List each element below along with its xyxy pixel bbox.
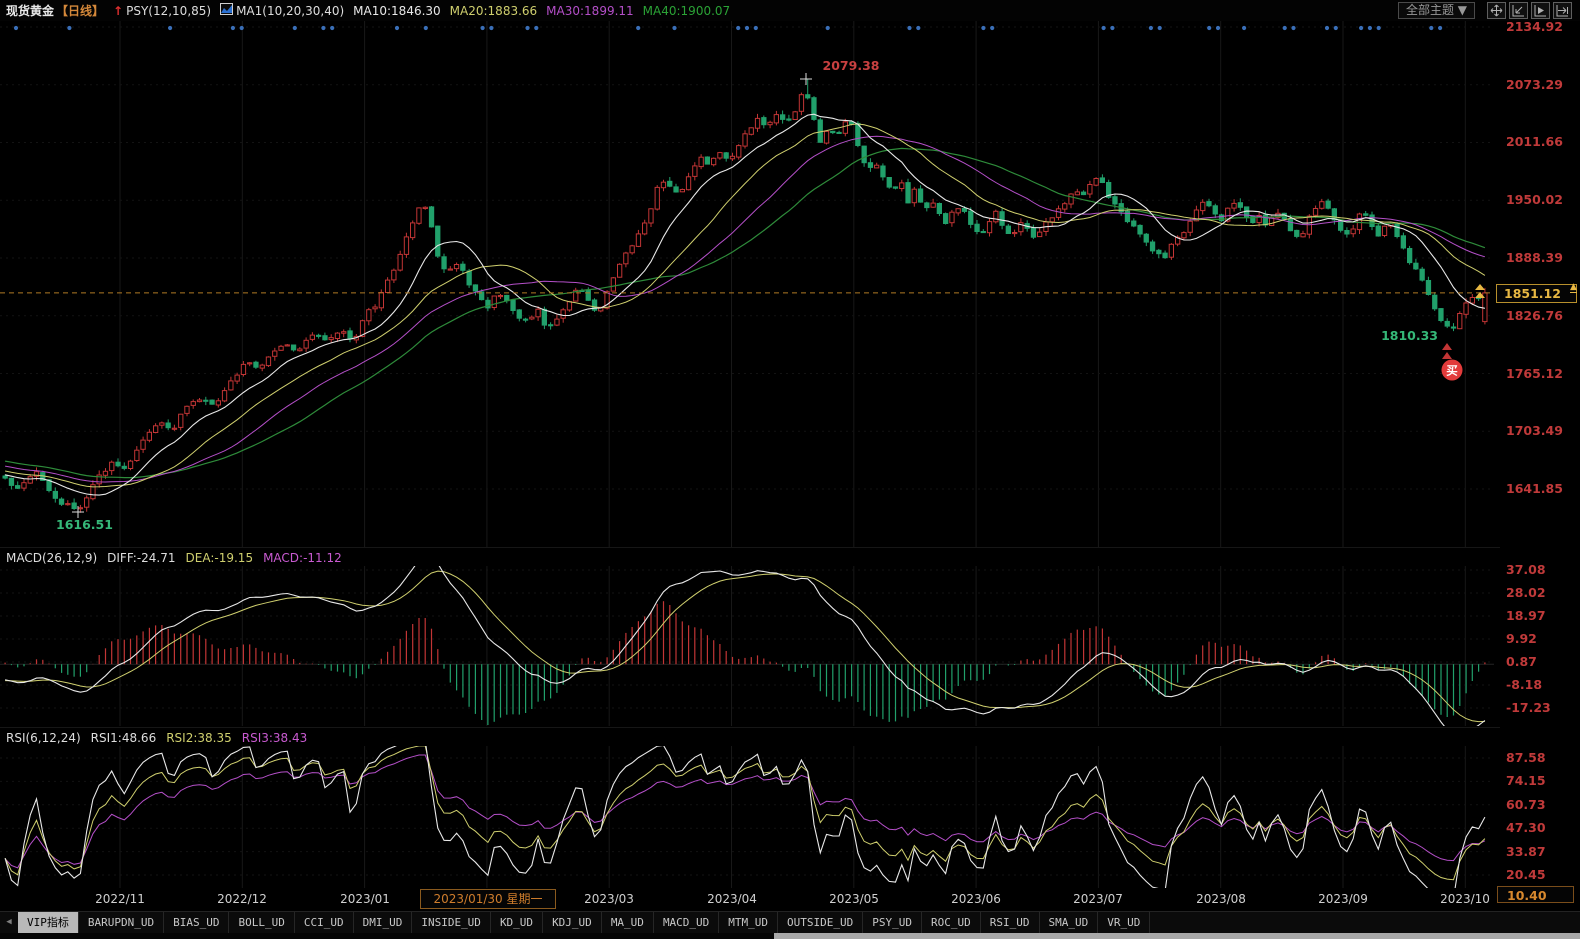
- rsi2-value: RSI2:38.35: [166, 731, 232, 745]
- horizontal-scrollbar[interactable]: [0, 933, 1580, 939]
- axis-tick-label: 1826.76: [1506, 308, 1563, 323]
- symbol-name: 现货黄金: [6, 4, 54, 18]
- indicator-tab-barupdn_ud[interactable]: BARUPDN_UD: [79, 912, 164, 933]
- svg-text:2079.38: 2079.38: [823, 58, 880, 73]
- axis-tick-label: 0.87: [1506, 654, 1537, 669]
- axis-tick-label: 2073.29: [1506, 77, 1563, 92]
- macd-dea-value: DEA:-19.15: [186, 551, 254, 565]
- x-axis-label: 2023/03: [554, 892, 664, 906]
- period-label: 【日线】: [56, 4, 104, 18]
- indicator-tab-inside_ud[interactable]: INSIDE_UD: [412, 912, 491, 933]
- indicator-tab-sma_ud[interactable]: SMA_UD: [1040, 912, 1099, 933]
- x-axis-label: 2023/01: [310, 892, 420, 906]
- ma10-value: MA10:1846.30: [353, 4, 441, 18]
- rsi-axis: 87.58 74.15 60.73 47.30 33.87 20.45: [1494, 746, 1580, 888]
- ma20-value: MA20:1883.66: [450, 4, 538, 18]
- x-axis-label: 2023/05: [799, 892, 909, 906]
- indicator-tab-kd_ud[interactable]: KD_UD: [491, 912, 543, 933]
- macd-diff-value: DIFF:-24.71: [107, 551, 175, 565]
- topbar-toolbar: 全部主题 ▼: [1398, 2, 1572, 19]
- crosshair-value-label: 10.40: [1497, 886, 1574, 903]
- axis-tick-label: 74.15: [1506, 773, 1546, 788]
- rsi-chart[interactable]: [0, 746, 1494, 888]
- step-last-icon[interactable]: [1553, 2, 1572, 19]
- axis-tick-label: 60.73: [1506, 797, 1546, 812]
- indicator-tab-bias_ud[interactable]: BIAS_UD: [164, 912, 229, 933]
- svg-text:买: 买: [1446, 364, 1458, 378]
- axis-tick-label: 87.58: [1506, 750, 1546, 765]
- axis-tick-label: 1703.49: [1506, 423, 1563, 438]
- indicator-tab-vr_ud[interactable]: VR_UD: [1098, 912, 1150, 933]
- macd-axis: 37.0828.0218.979.920.87-8.18-17.23: [1494, 566, 1580, 726]
- psy-up-arrow-icon: ↑: [113, 4, 123, 18]
- x-axis-label: 2023/07: [1043, 892, 1153, 906]
- x-axis-label: 2023/08: [1166, 892, 1276, 906]
- macd-name-label: MACD(26,12,9): [6, 551, 97, 565]
- axis-tick-label: 2011.66: [1506, 134, 1563, 149]
- indicator-tab-bar: ◀ VIP指标BARUPDN_UDBIAS_UDBOLL_UDCCI_UDDMI…: [0, 911, 1580, 933]
- x-axis-label: 2023/09: [1288, 892, 1398, 906]
- indicator-tab-cci_ud[interactable]: CCI_UD: [295, 912, 354, 933]
- indicator-tab-ma_ud[interactable]: MA_UD: [602, 912, 654, 933]
- indicator-tab-outside_ud[interactable]: OUTSIDE_UD: [778, 912, 863, 933]
- axis-tick-label: 9.92: [1506, 631, 1537, 646]
- axis-tick-label: 37.08: [1506, 562, 1546, 577]
- rsi-name-label: RSI(6,12,24): [6, 731, 81, 745]
- theme-dropdown-button[interactable]: 全部主题 ▼: [1398, 2, 1475, 19]
- rsi3-value: RSI3:38.43: [242, 731, 308, 745]
- x-axis-label: 2022/11: [65, 892, 175, 906]
- pan-tool-icon[interactable]: [1487, 2, 1506, 19]
- axis-tick-label: 2134.92: [1506, 19, 1563, 34]
- rsi1-value: RSI1:48.66: [91, 731, 157, 745]
- axis-tick-label: 1888.39: [1506, 250, 1563, 265]
- ma-group-label: MA1(10,20,30,40): [236, 4, 344, 18]
- axis-tick-label: 20.45: [1506, 867, 1546, 882]
- axis-tick-label: 33.87: [1506, 844, 1546, 859]
- rsi-header: RSI(6,12,24) RSI1:48.66 RSI2:38.35 RSI3:…: [0, 727, 1500, 747]
- current-price-tag: 1851.12: [1496, 284, 1577, 303]
- axis-tick-label: -17.23: [1506, 700, 1551, 715]
- svg-text:1810.33: 1810.33: [1381, 328, 1438, 343]
- macd-header: MACD(26,12,9) DIFF:-24.71 DEA:-19.15 MAC…: [0, 547, 1500, 567]
- play-forward-icon[interactable]: [1531, 2, 1550, 19]
- indicator-tab-dmi_ud[interactable]: DMI_UD: [354, 912, 413, 933]
- psy-indicator-label: PSY(12,10,85): [126, 4, 211, 18]
- zoom-extent-icon[interactable]: [1509, 2, 1528, 19]
- candlestick-chart[interactable]: 2079.38 1616.51 1810.33 买: [0, 21, 1494, 547]
- crosshair-date-label: 2023/01/30 星期一: [420, 889, 556, 909]
- indicator-tab-roc_ud[interactable]: ROC_UD: [922, 912, 981, 933]
- indicator-tab-psy_ud[interactable]: PSY_UD: [863, 912, 922, 933]
- indicator-tab-macd_ud[interactable]: MACD_UD: [654, 912, 719, 933]
- svg-text:1616.51: 1616.51: [56, 517, 113, 532]
- trading-terminal: 现货黄金【日线】 ↑ PSY(12,10,85) MA1(10,20,30,40…: [0, 0, 1580, 939]
- top-indicator-bar: 现货黄金【日线】 ↑ PSY(12,10,85) MA1(10,20,30,40…: [0, 0, 1580, 21]
- tab-scroll-left-icon[interactable]: ◀: [0, 912, 18, 933]
- axis-tick-label: -8.18: [1506, 677, 1542, 692]
- axis-tick-label: 18.97: [1506, 608, 1546, 623]
- time-axis: 2023/01/30 星期一 2022/11 2022/12 2023/01 2023…: [0, 888, 1494, 911]
- indicator-tab-rsi_ud[interactable]: RSI_UD: [981, 912, 1040, 933]
- axis-tick-label: 28.02: [1506, 585, 1546, 600]
- axis-tick-label: 47.30: [1506, 820, 1546, 835]
- ma-chart-icon: [220, 3, 233, 18]
- axis-tick-label: 1950.02: [1506, 192, 1563, 207]
- indicator-tab-kdj_ud[interactable]: KDJ_UD: [543, 912, 602, 933]
- indicator-tab-mtm_ud[interactable]: MTM_UD: [719, 912, 778, 933]
- indicator-tab-boll_ud[interactable]: BOLL_UD: [229, 912, 294, 933]
- ma40-value: MA40:1900.07: [643, 4, 731, 18]
- axis-tick-label: 1765.12: [1506, 366, 1563, 381]
- macd-chart[interactable]: [0, 566, 1494, 726]
- x-axis-label: 2023/04: [677, 892, 787, 906]
- scrollbar-thumb[interactable]: [774, 933, 1580, 939]
- price-pin-icon: ▲: [1570, 283, 1577, 293]
- indicator-tab-vip指标[interactable]: VIP指标: [18, 912, 79, 933]
- x-axis-label: 2023/06: [921, 892, 1031, 906]
- axis-tick-label: 1641.85: [1506, 481, 1563, 496]
- x-axis-label: 2022/12: [187, 892, 297, 906]
- ma30-value: MA30:1899.11: [546, 4, 634, 18]
- macd-macd-value: MACD:-11.12: [263, 551, 342, 565]
